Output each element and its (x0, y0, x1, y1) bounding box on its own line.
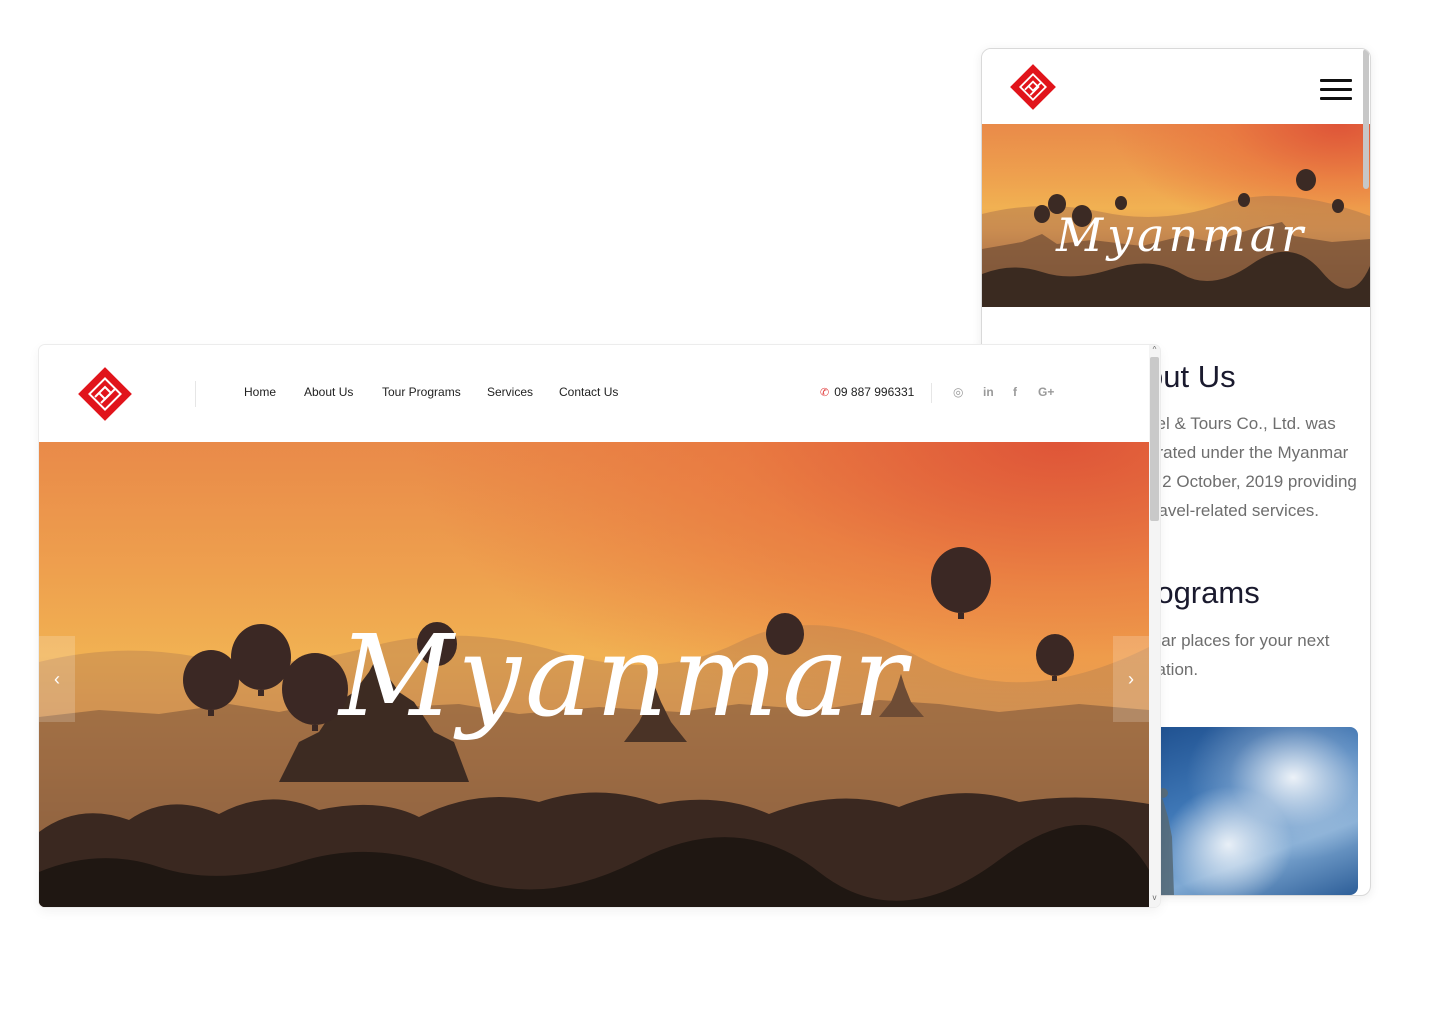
logo-icon[interactable] (75, 364, 135, 424)
google-plus-icon[interactable]: G+ (1038, 385, 1054, 399)
about-line-3: n 2 October, 2019 providing (1148, 472, 1357, 491)
logo-icon[interactable] (1006, 60, 1060, 114)
phone-number: 09 887 996331 (834, 385, 915, 399)
chevron-right-icon: › (1128, 668, 1134, 689)
hamburger-menu-icon[interactable] (1320, 79, 1352, 101)
about-line-4: travel-related services. (1148, 501, 1320, 520)
scroll-down-icon[interactable]: v (1149, 893, 1160, 902)
nav-services[interactable]: Services (487, 385, 533, 399)
chevron-left-icon: ‹ (54, 668, 60, 689)
header-divider-2 (931, 383, 932, 403)
hero-slider: Myanmar ‹ › (39, 442, 1149, 907)
instagram-icon[interactable]: ◎ (953, 385, 963, 399)
hero-title: Myanmar (339, 612, 911, 742)
nav-home[interactable]: Home (244, 385, 276, 399)
scroll-up-icon[interactable]: ^ (1149, 345, 1160, 354)
programs-line-1: ular places for your next (1148, 631, 1330, 650)
nav-about-us[interactable]: About Us (304, 385, 353, 399)
scrollbar-thumb[interactable] (1150, 357, 1159, 521)
linkedin-icon[interactable]: in (983, 385, 994, 399)
slider-prev-button[interactable]: ‹ (39, 636, 75, 722)
tour-program-card-image[interactable] (1142, 727, 1358, 895)
nav-contact-us[interactable]: Contact Us (559, 385, 618, 399)
nav-tour-programs[interactable]: Tour Programs (382, 385, 461, 399)
programs-heading: rograms (1146, 575, 1260, 610)
facebook-icon[interactable]: f (1013, 385, 1017, 399)
header-divider (195, 381, 196, 407)
mobile-hero-banner: Myanmar (982, 124, 1370, 307)
mobile-header (982, 49, 1370, 124)
mobile-scrollbar[interactable] (1363, 49, 1369, 189)
slider-next-button[interactable]: › (1113, 636, 1149, 722)
about-line-2: orated under the Myanmar (1148, 443, 1349, 462)
desktop-mockup: Home About Us Tour Programs Services Con… (39, 345, 1160, 907)
phone-contact[interactable]: ✆ 09 887 996331 (820, 385, 914, 399)
desktop-header: Home About Us Tour Programs Services Con… (39, 345, 1149, 442)
mobile-hero-title: Myanmar (1056, 208, 1308, 262)
phone-icon: ✆ (820, 387, 830, 399)
about-line-1: vel & Tours Co., Ltd. was (1148, 414, 1336, 433)
